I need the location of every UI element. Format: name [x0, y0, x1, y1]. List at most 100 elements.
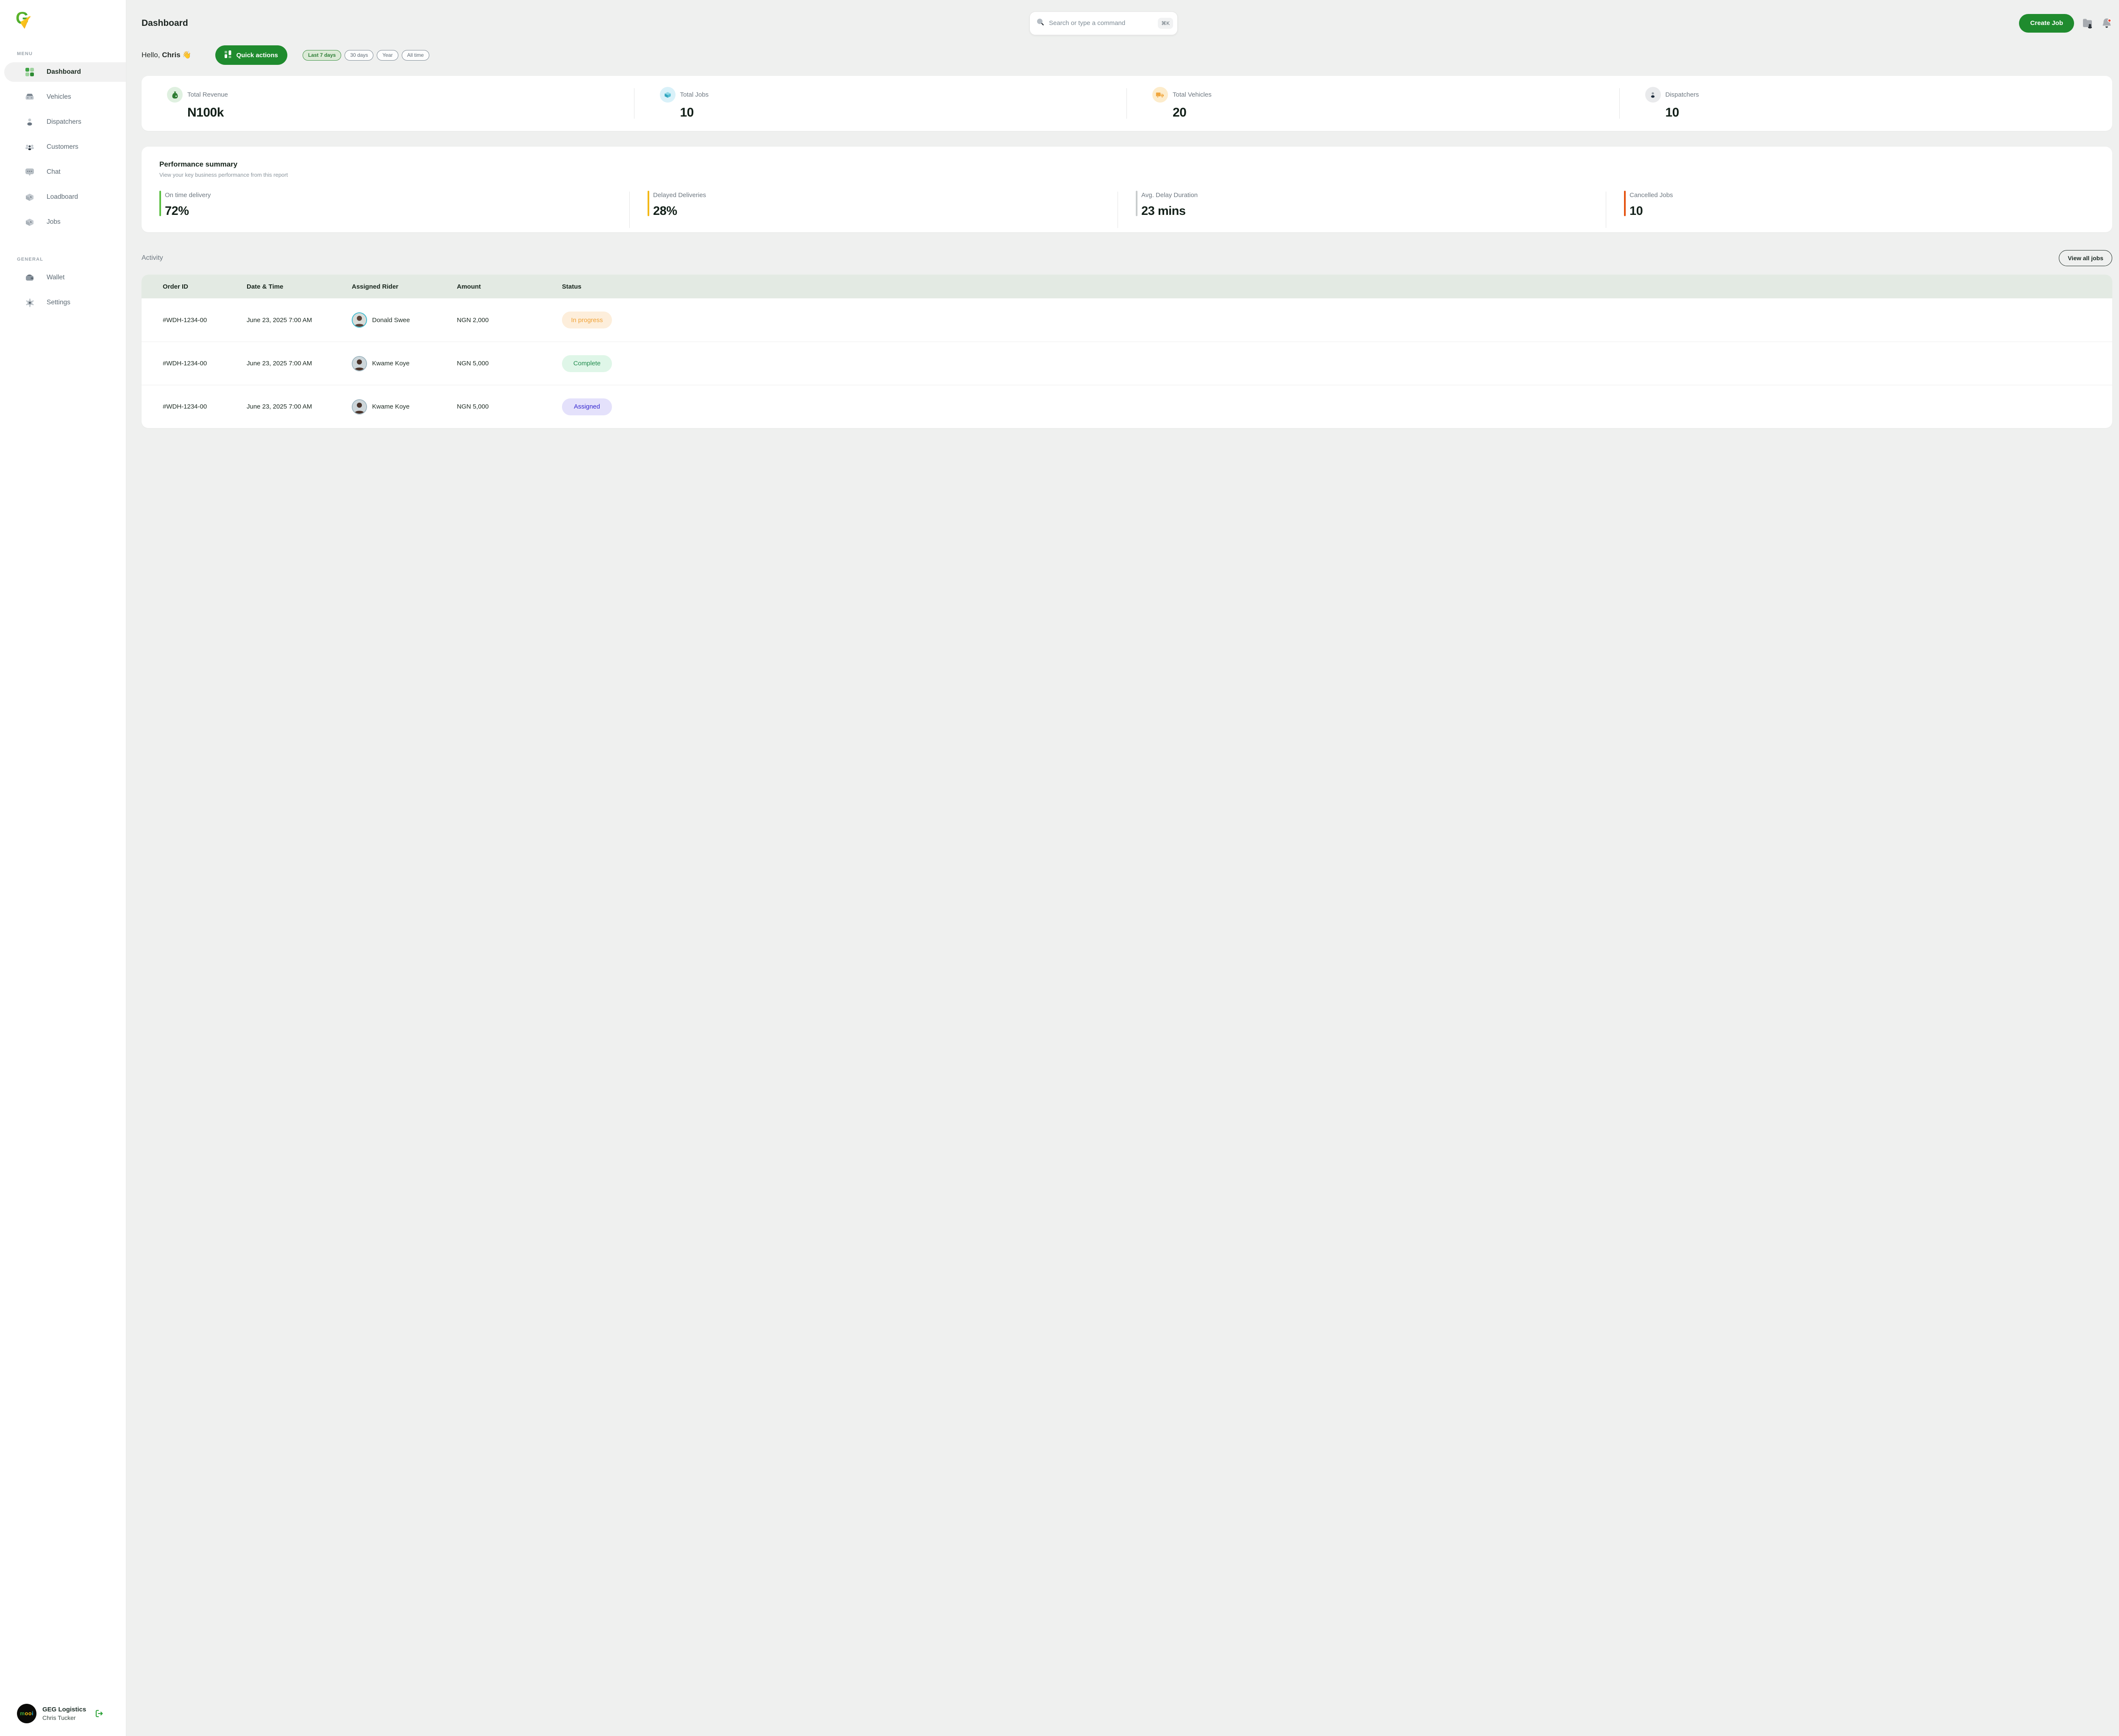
create-job-button[interactable]: Create Job — [2019, 14, 2074, 33]
sidebar-general-menu: Wallet Settings — [0, 268, 126, 318]
person-icon — [1645, 87, 1661, 103]
greeting-name: Chris — [162, 51, 180, 59]
sidebar-item-chat[interactable]: Chat — [0, 162, 126, 182]
sidebar-item-settings[interactable]: Settings — [0, 293, 126, 312]
column-header-date-time: Date & Time — [247, 283, 352, 290]
metric-delayed-deliveries: Delayed Deliveries 28% — [648, 192, 1136, 218]
stat-value: N100k — [187, 106, 634, 120]
activity-title: Activity — [142, 254, 163, 262]
metric-avg-delay-duration: Avg. Delay Duration 23 mins — [1136, 192, 1624, 218]
quick-actions-button[interactable]: Quick actions — [215, 45, 287, 65]
truck-icon — [1152, 87, 1168, 103]
search-bar[interactable]: ⌘K — [1029, 11, 1178, 35]
box-icon — [25, 217, 35, 227]
table-row[interactable]: #WDH-1234-00 June 23, 2025 7:00 AM Kwame… — [142, 342, 2112, 385]
table-header-row: Order ID Date & Time Assigned Rider Amou… — [142, 275, 2112, 298]
stat-dispatchers: Dispatchers 10 — [1620, 87, 2113, 120]
rider-avatar — [352, 312, 367, 328]
stat-label: Total Vehicles — [1173, 91, 1212, 98]
dashboard-grid-icon — [25, 67, 35, 77]
org-name: GEG Logistics — [42, 1706, 86, 1713]
column-header-order-id: Order ID — [142, 283, 247, 290]
sidebar-item-dispatchers[interactable]: Dispatchers — [0, 112, 126, 132]
cube-icon — [660, 87, 676, 103]
metric-accent-bar — [648, 191, 649, 216]
sidebar-item-loadboard[interactable]: Loadboard — [0, 187, 126, 207]
rider-avatar — [352, 399, 367, 415]
sidebar-item-label: Vehicles — [47, 93, 71, 101]
logout-icon[interactable] — [95, 1709, 104, 1718]
notifications-button[interactable] — [2101, 17, 2112, 29]
avatar-letter: o — [28, 1711, 32, 1717]
sidebar-item-dashboard[interactable]: Dashboard — [4, 62, 126, 82]
chat-bubble-icon — [25, 167, 35, 177]
folder-icon — [2082, 18, 2094, 29]
filter-chip-last-7-days[interactable]: Last 7 days — [303, 50, 341, 61]
view-all-jobs-button[interactable]: View all jobs — [2059, 250, 2112, 266]
status-badge: In progress — [562, 312, 612, 328]
cell-order-id: #WDH-1234-00 — [142, 360, 247, 367]
metric-label: Cancelled Jobs — [1630, 192, 2112, 199]
sidebar-item-label: Loadboard — [47, 193, 78, 201]
sidebar-item-label: Wallet — [47, 274, 65, 281]
metric-value: 72% — [165, 204, 648, 218]
metric-value: 28% — [653, 204, 1136, 218]
sidebar-item-vehicles[interactable]: Vehicles — [0, 87, 126, 107]
stat-total-revenue: Total Revenue N100k — [142, 87, 634, 120]
metric-label: On time delivery — [165, 192, 648, 199]
wallet-icon — [25, 273, 35, 283]
performance-metrics: On time delivery 72% Delayed Deliveries … — [159, 192, 2112, 218]
column-header-amount: Amount — [457, 283, 562, 290]
filter-chip-year[interactable]: Year — [377, 50, 398, 61]
sidebar-item-label: Settings — [47, 299, 70, 306]
cell-order-id: #WDH-1234-00 — [142, 317, 247, 324]
stat-value: 20 — [1173, 106, 1620, 120]
sidebar-item-label: Dispatchers — [47, 118, 81, 126]
quick-actions-label: Quick actions — [236, 52, 278, 59]
metric-label: Delayed Deliveries — [653, 192, 1136, 199]
table-row[interactable]: #WDH-1234-00 June 23, 2025 7:00 AM Donal… — [142, 298, 2112, 342]
metric-value: 23 mins — [1141, 204, 1624, 218]
topbar: Dashboard ⌘K Create Job — [142, 11, 2112, 35]
sidebar: G MENU Dashboard — [0, 0, 126, 1736]
cell-rider-name: Kwame Koye — [372, 403, 409, 410]
performance-title: Performance summary — [159, 160, 2112, 169]
sidebar-item-label: Chat — [47, 168, 61, 176]
main-content: Dashboard ⌘K Create Job — [126, 0, 2119, 1736]
sidebar-section-general: GENERAL — [17, 257, 126, 262]
column-header-status: Status — [562, 283, 2112, 290]
package-icon — [25, 192, 35, 202]
car-icon — [25, 92, 35, 102]
sidebar-user-card: mooi GEG Logistics Chris Tucker — [0, 1704, 126, 1723]
filter-chip-all-time[interactable]: All time — [402, 50, 429, 61]
table-row[interactable]: #WDH-1234-00 June 23, 2025 7:00 AM Kwame… — [142, 385, 2112, 428]
user-name: Chris Tucker — [42, 1714, 86, 1721]
greeting-row: Hello, Chris 👋 Quick actions Last 7 days… — [142, 45, 2112, 65]
sidebar-menu: Dashboard Vehicles Dispatchers — [0, 62, 126, 237]
search-input[interactable] — [1049, 19, 1154, 27]
sidebar-item-jobs[interactable]: Jobs — [0, 212, 126, 232]
avatar-letter: o — [25, 1711, 28, 1717]
cell-rider-name: Kwame Koye — [372, 360, 409, 367]
people-icon — [25, 142, 35, 152]
bell-icon — [2101, 17, 2112, 29]
status-badge: Complete — [562, 355, 612, 372]
cell-rider-name: Donald Swee — [372, 317, 410, 324]
wave-emoji: 👋 — [182, 51, 191, 59]
app-logo: G — [15, 9, 126, 33]
performance-summary-card: Performance summary View your key busine… — [142, 147, 2112, 232]
org-avatar: mooi — [17, 1704, 36, 1723]
greeting-text: Hello, Chris 👋 — [142, 51, 192, 59]
cell-order-id: #WDH-1234-00 — [142, 403, 247, 410]
sidebar-item-wallet[interactable]: Wallet — [0, 268, 126, 287]
sidebar-item-label: Dashboard — [47, 68, 81, 76]
folder-button[interactable] — [2082, 18, 2094, 29]
sidebar-item-customers[interactable]: Customers — [0, 137, 126, 157]
gear-icon — [25, 298, 35, 308]
cell-datetime: June 23, 2025 7:00 AM — [247, 317, 352, 324]
keyboard-shortcut-badge: ⌘K — [1158, 18, 1173, 29]
metric-accent-bar — [159, 191, 161, 216]
filter-chip-30-days[interactable]: 30 days — [345, 50, 373, 61]
cell-amount: NGN 5,000 — [457, 403, 562, 410]
stat-label: Dispatchers — [1666, 91, 1699, 98]
